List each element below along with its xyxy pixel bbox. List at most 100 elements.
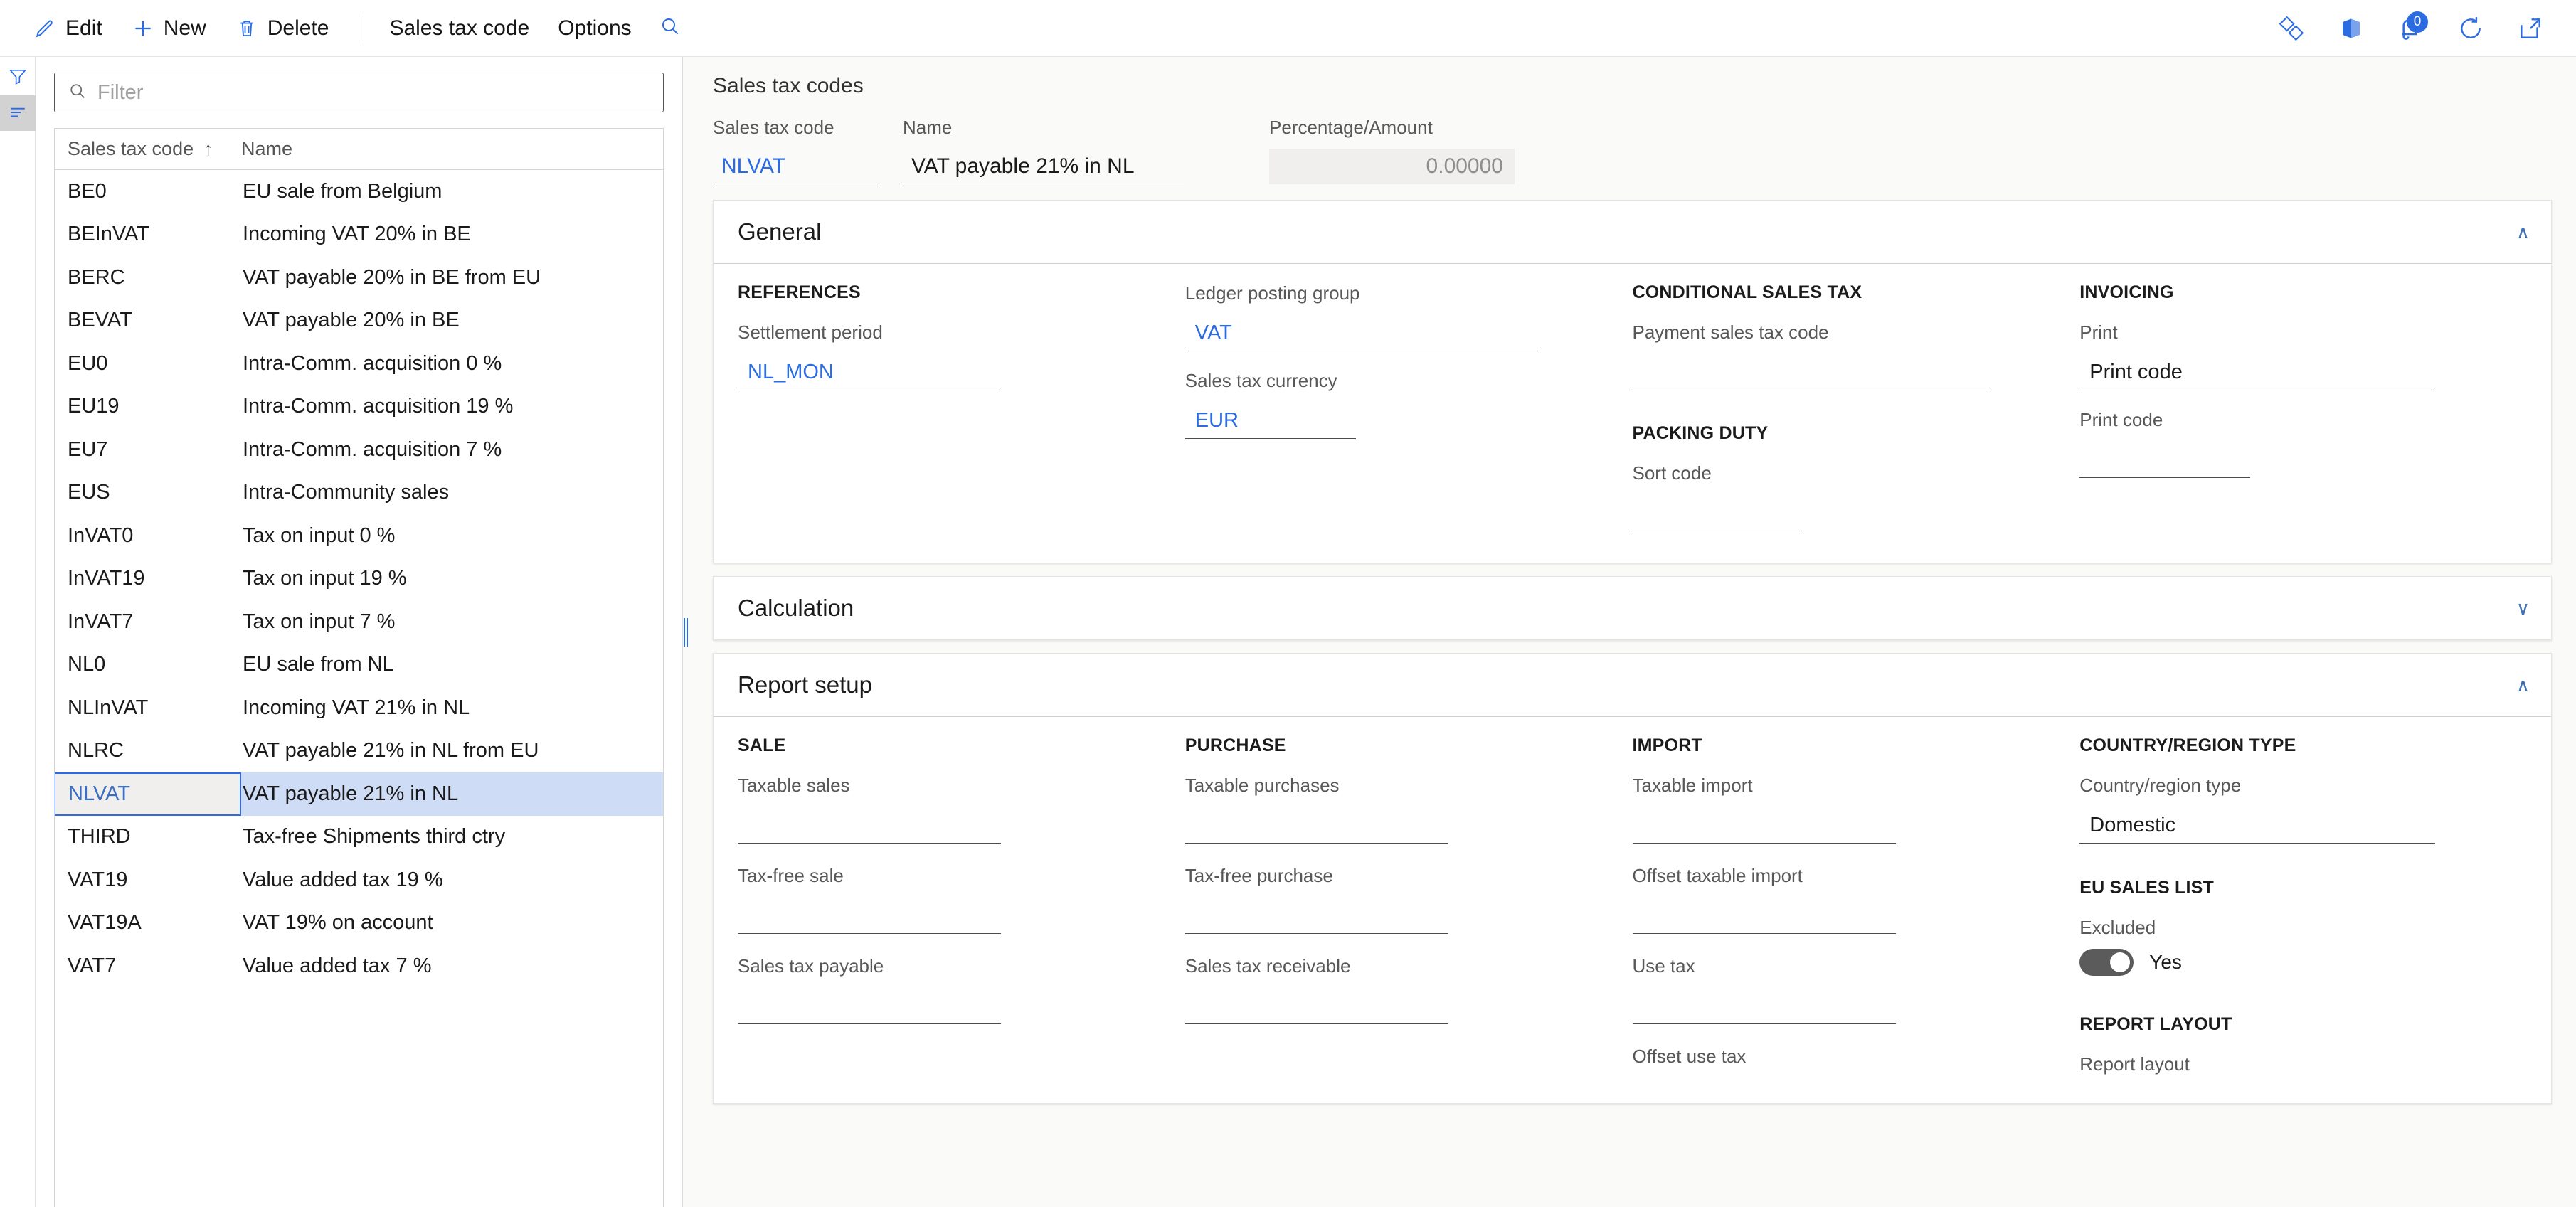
filter-pane-button[interactable] xyxy=(0,60,36,95)
settlement-period-input[interactable]: NL_MON xyxy=(738,355,1001,390)
tax-free-purchase-input[interactable] xyxy=(1184,898,1448,934)
sales-tax-code-input[interactable]: NLVAT xyxy=(713,149,880,184)
cell-name[interactable]: Value added tax 19 % xyxy=(241,868,663,892)
table-row[interactable]: EU19 Intra-Comm. acquisition 19 % xyxy=(55,386,663,429)
table-row[interactable]: BEInVAT Incoming VAT 20% in BE xyxy=(55,213,663,257)
cell-name[interactable]: Incoming VAT 21% in NL xyxy=(241,696,663,720)
cell-name[interactable]: VAT payable 20% in BE xyxy=(241,309,663,332)
name-input[interactable]: VAT payable 21% in NL xyxy=(903,149,1184,184)
cell-name[interactable]: Intra-Community sales xyxy=(241,481,663,504)
cell-name[interactable]: VAT 19% on account xyxy=(241,911,663,935)
command-bar-search-button[interactable] xyxy=(646,15,694,41)
taxable-purchases-input[interactable] xyxy=(1184,808,1448,844)
cell-sales-tax-code[interactable]: THIRD xyxy=(55,825,241,849)
table-row[interactable]: InVAT19 Tax on input 19 % xyxy=(55,558,663,601)
section-report-setup-header[interactable]: Report setup ∧ xyxy=(714,654,2551,716)
cell-name[interactable]: Tax on input 0 % xyxy=(241,524,663,548)
table-row[interactable]: InVAT0 Tax on input 0 % xyxy=(55,514,663,558)
cell-name[interactable]: Intra-Comm. acquisition 19 % xyxy=(241,395,663,418)
offset-taxable-import-input[interactable] xyxy=(1632,898,1896,934)
chevron-down-icon[interactable]: ∨ xyxy=(2516,599,2530,617)
sales-tax-receivable-input[interactable] xyxy=(1184,989,1448,1024)
cell-name[interactable]: EU sale from NL xyxy=(241,653,663,676)
pane-splitter[interactable] xyxy=(683,57,689,1207)
table-row[interactable]: NL0 EU sale from NL xyxy=(55,644,663,687)
options-menu[interactable]: Options xyxy=(544,9,645,48)
cell-sales-tax-code[interactable]: NLRC xyxy=(55,739,241,762)
cell-sales-tax-code[interactable]: InVAT0 xyxy=(55,524,241,548)
taxable-import-input[interactable] xyxy=(1632,808,1896,844)
cell-sales-tax-code[interactable]: EUS xyxy=(55,481,241,504)
chevron-up-icon[interactable]: ∧ xyxy=(2516,676,2530,694)
table-row[interactable]: InVAT7 Tax on input 7 % xyxy=(55,600,663,644)
cell-name[interactable]: Tax on input 7 % xyxy=(241,610,663,634)
cell-name[interactable]: VAT payable 21% in NL xyxy=(241,782,663,806)
table-row[interactable]: NLRC VAT payable 21% in NL from EU xyxy=(55,730,663,773)
cell-name[interactable]: Tax on input 19 % xyxy=(241,567,663,590)
taxable-sales-input[interactable] xyxy=(738,808,1001,844)
cell-sales-tax-code[interactable]: NLInVAT xyxy=(55,696,241,720)
payment-sales-tax-code-input[interactable] xyxy=(1632,355,1988,390)
cell-name[interactable]: Incoming VAT 20% in BE xyxy=(241,223,663,246)
table-row[interactable]: VAT19 Value added tax 19 % xyxy=(55,858,663,902)
cell-sales-tax-code[interactable]: InVAT7 xyxy=(55,610,241,634)
cell-name[interactable]: Value added tax 7 % xyxy=(241,955,663,978)
country-region-type-select[interactable]: Domestic xyxy=(2079,808,2436,844)
refresh-icon[interactable] xyxy=(2455,13,2486,44)
cell-name[interactable]: VAT payable 21% in NL from EU xyxy=(241,739,663,762)
table-row[interactable]: BE0 EU sale from Belgium xyxy=(55,170,663,213)
delete-button[interactable]: Delete xyxy=(221,9,344,48)
cell-sales-tax-code[interactable]: EU0 xyxy=(55,352,241,376)
filter-box[interactable]: Filter xyxy=(54,73,664,112)
sort-code-input[interactable] xyxy=(1632,496,1803,531)
list-pane-button[interactable] xyxy=(0,95,36,131)
use-tax-input[interactable] xyxy=(1632,989,1896,1024)
table-row[interactable]: VAT7 Value added tax 7 % xyxy=(55,945,663,988)
sales-tax-payable-input[interactable] xyxy=(738,989,1001,1024)
section-calculation-header[interactable]: Calculation ∨ xyxy=(714,577,2551,639)
column-header-sales-tax-code[interactable]: Sales tax code ↑ xyxy=(55,138,241,160)
cell-sales-tax-code[interactable]: NLVAT xyxy=(55,772,241,816)
cell-sales-tax-code[interactable]: VAT19 xyxy=(55,868,241,892)
column-header-name[interactable]: Name xyxy=(241,138,663,160)
tax-free-sale-input[interactable] xyxy=(738,898,1001,934)
table-row[interactable]: NLVAT VAT payable 21% in NL xyxy=(55,772,663,816)
section-general-header[interactable]: General ∧ xyxy=(714,201,2551,263)
cell-name[interactable]: EU sale from Belgium xyxy=(241,180,663,203)
table-row[interactable]: BERC VAT payable 20% in BE from EU xyxy=(55,256,663,299)
sales-tax-currency-input[interactable]: EUR xyxy=(1184,403,1356,439)
cell-sales-tax-code[interactable]: BERC xyxy=(55,266,241,289)
table-row[interactable]: NLInVAT Incoming VAT 21% in NL xyxy=(55,686,663,730)
cell-sales-tax-code[interactable]: VAT19A xyxy=(55,911,241,935)
new-button[interactable]: New xyxy=(117,9,221,48)
ledger-posting-group-input[interactable]: VAT xyxy=(1184,316,1541,351)
cell-sales-tax-code[interactable]: NL0 xyxy=(55,653,241,676)
cell-name[interactable]: VAT payable 20% in BE from EU xyxy=(241,266,663,289)
table-row[interactable]: THIRD Tax-free Shipments third ctry xyxy=(55,816,663,859)
cell-sales-tax-code[interactable]: EU19 xyxy=(55,395,241,418)
excluded-toggle[interactable] xyxy=(2079,949,2134,976)
table-row[interactable]: EU7 Intra-Comm. acquisition 7 % xyxy=(55,428,663,472)
table-row[interactable]: EU0 Intra-Comm. acquisition 0 % xyxy=(55,342,663,386)
office-apps-icon[interactable] xyxy=(2336,13,2367,44)
cell-name[interactable]: Intra-Comm. acquisition 0 % xyxy=(241,352,663,376)
cell-sales-tax-code[interactable]: EU7 xyxy=(55,438,241,462)
cell-sales-tax-code[interactable]: InVAT19 xyxy=(55,567,241,590)
dynamics-logo-icon[interactable] xyxy=(2276,13,2307,44)
table-row[interactable]: VAT19A VAT 19% on account xyxy=(55,902,663,945)
table-row[interactable]: BEVAT VAT payable 20% in BE xyxy=(55,299,663,343)
table-row[interactable]: EUS Intra-Community sales xyxy=(55,472,663,515)
cell-name[interactable]: Tax-free Shipments third ctry xyxy=(241,825,663,849)
chevron-up-icon[interactable]: ∧ xyxy=(2516,223,2530,241)
print-code-input[interactable] xyxy=(2079,442,2251,478)
sales-tax-code-menu[interactable]: Sales tax code xyxy=(375,9,544,48)
cell-name[interactable]: Intra-Comm. acquisition 7 % xyxy=(241,438,663,462)
open-in-new-window-icon[interactable] xyxy=(2515,13,2546,44)
print-input[interactable]: Print code xyxy=(2079,355,2436,390)
cell-sales-tax-code[interactable]: BEVAT xyxy=(55,309,241,332)
notifications-button[interactable]: 0 xyxy=(2395,11,2428,44)
cell-sales-tax-code[interactable]: VAT7 xyxy=(55,955,241,978)
edit-button[interactable]: Edit xyxy=(18,9,117,48)
cell-sales-tax-code[interactable]: BE0 xyxy=(55,180,241,203)
cell-sales-tax-code[interactable]: BEInVAT xyxy=(55,223,241,246)
